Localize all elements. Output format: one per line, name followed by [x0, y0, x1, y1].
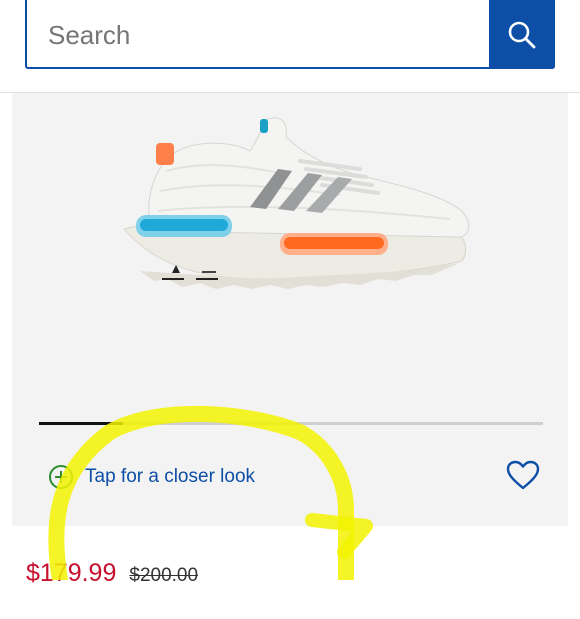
carousel-progress-active — [39, 422, 123, 425]
sale-price: $179.99 — [26, 559, 117, 587]
search-icon — [508, 21, 536, 48]
price-row: $179.99 $200.00 — [26, 559, 198, 588]
carousel-progress[interactable] — [39, 422, 543, 425]
product-image-panel[interactable]: Tap for a closer look — [12, 93, 568, 526]
product-image[interactable] — [110, 111, 472, 297]
original-price: $200.00 — [129, 565, 199, 586]
search-button[interactable] — [489, 0, 555, 69]
plus-circle-icon — [49, 465, 73, 489]
search-bar — [25, 0, 555, 69]
search-input[interactable] — [46, 16, 470, 54]
closer-look-link[interactable]: Tap for a closer look — [48, 461, 255, 493]
closer-look-label: Tap for a closer look — [85, 466, 256, 487]
heart-icon[interactable] — [506, 460, 540, 490]
